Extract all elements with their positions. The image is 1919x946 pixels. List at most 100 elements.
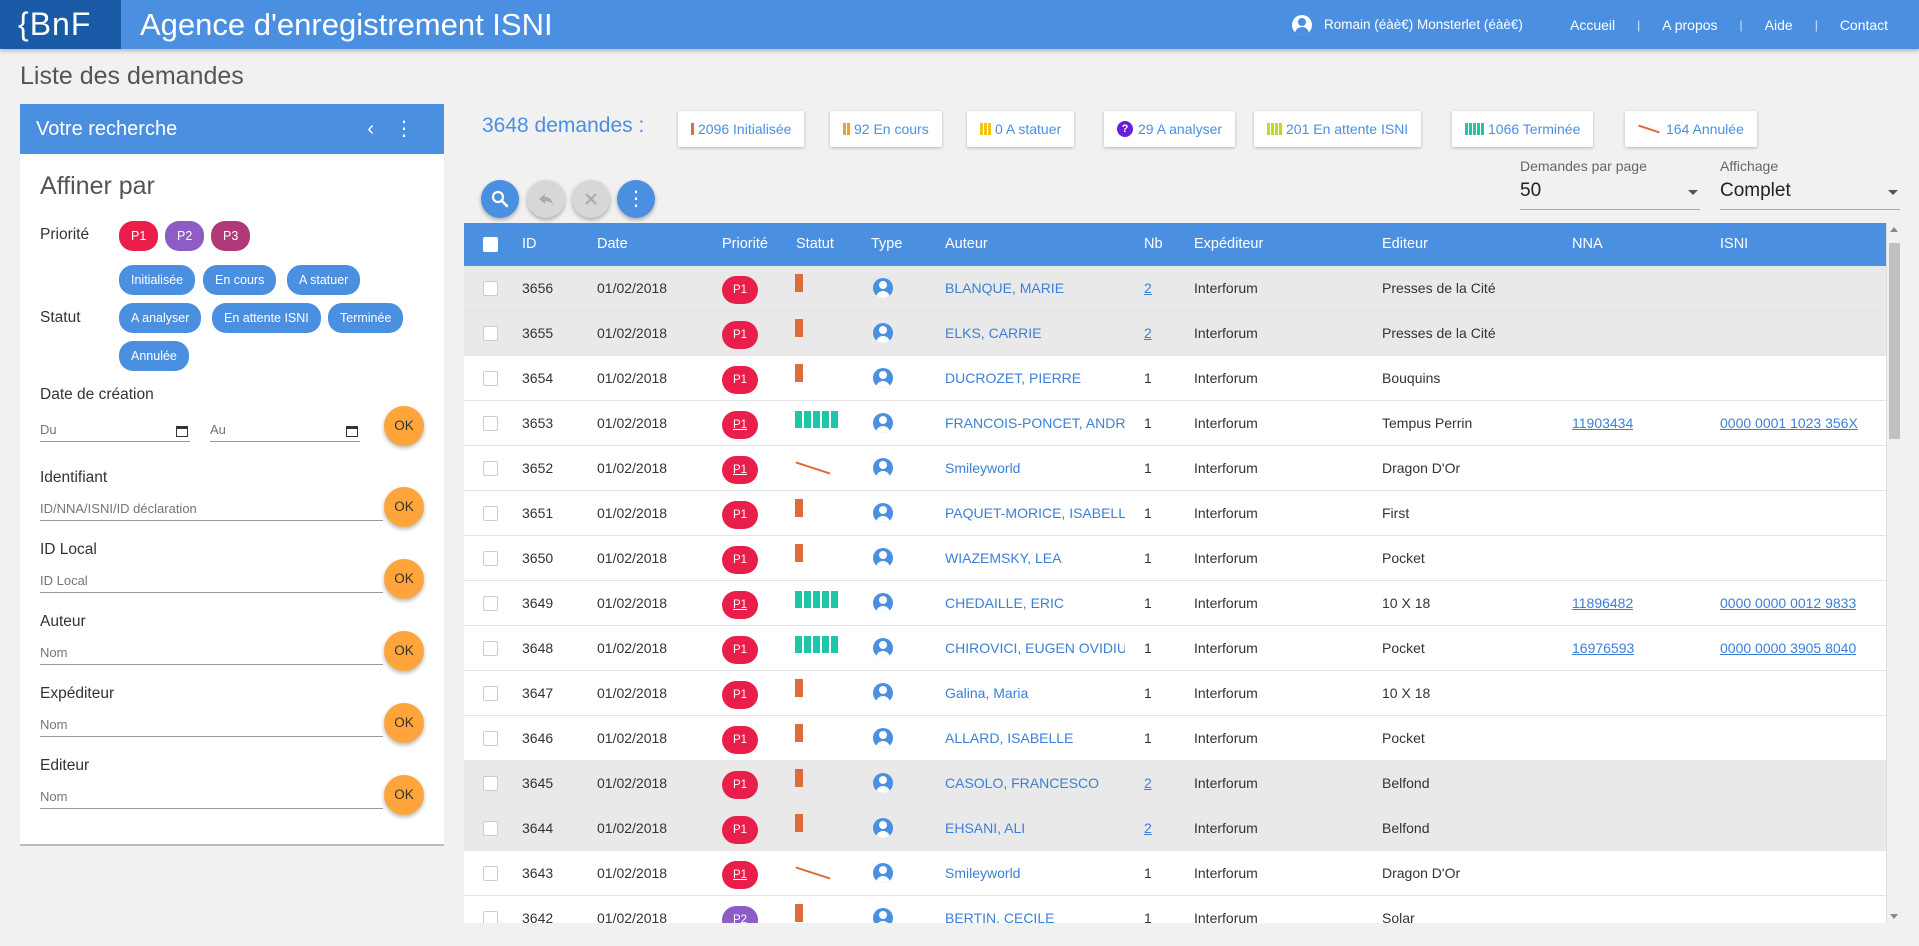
publisher-input[interactable] [40,785,383,809]
local-id-ok-button[interactable]: OK [384,559,424,599]
cell-author-link[interactable]: Smileyworld [945,851,1125,896]
row-checkbox[interactable] [483,911,498,923]
cell-author-link[interactable]: Smileyworld [945,446,1125,491]
cell-isni-link[interactable]: 0000 0000 0012 9833 [1720,581,1856,626]
identifier-ok-button[interactable]: OK [384,487,424,527]
col-status[interactable]: Statut [796,223,834,266]
sender-input[interactable] [40,713,383,737]
cell-author-link[interactable]: ELKS, CARRIE [945,311,1125,356]
cell-author-link[interactable]: DUCROZET, PIERRE [945,356,1125,401]
status-chip-a-analyser[interactable]: A analyser [119,303,202,333]
col-isni[interactable]: ISNI [1720,223,1748,266]
table-row[interactable]: 3650 01/02/2018 P1 WIAZEMSKY, LEA 1 Interforu… [464,536,1901,581]
cell-author-link[interactable]: PAQUET-MORICE, ISABELLE [945,491,1125,536]
cell-author-link[interactable]: ALLARD, ISABELLE [945,716,1125,761]
cell-author-link[interactable]: BERTIN, CECILE [945,896,1125,923]
date-ok-button[interactable]: OK [384,406,424,446]
cell-nb[interactable]: 2 [1144,806,1152,851]
row-checkbox[interactable] [483,506,498,521]
scroll-up-arrow-icon[interactable] [1890,227,1898,232]
table-row[interactable]: 3652 01/02/2018 P1 Smileyworld 1 Interforum Dr… [464,446,1901,491]
table-row[interactable]: 3647 01/02/2018 P1 Galina, Maria 1 Interforum… [464,671,1901,716]
cell-author-link[interactable]: FRANCOIS-PONCET, ANDRE [945,401,1125,446]
row-checkbox[interactable] [483,371,498,386]
cell-nb[interactable]: 2 [1144,311,1152,356]
collapse-chevron-icon[interactable]: ‹ [367,104,374,154]
cell-nb[interactable]: 2 [1144,266,1152,311]
cell-nna-link[interactable]: 11903434 [1572,401,1633,446]
filter-en-attente-isni-button[interactable]: 201 En attente ISNI [1254,111,1422,147]
col-nna[interactable]: NNA [1572,223,1603,266]
row-checkbox[interactable] [483,731,498,746]
row-checkbox[interactable] [483,416,498,431]
cell-isni-link[interactable]: 0000 0000 3905 8040 [1720,626,1856,671]
author-input[interactable] [40,641,383,665]
scroll-down-arrow-icon[interactable] [1890,914,1898,919]
cell-nb[interactable]: 2 [1144,761,1152,806]
priority-chip-p1[interactable]: P1 [119,221,159,251]
cell-author-link[interactable]: WIAZEMSKY, LEA [945,536,1125,581]
filter-initialisee-button[interactable]: 2096 Initialisée [678,111,805,147]
table-scrollbar[interactable] [1886,223,1901,923]
nav-aide[interactable]: Aide [1765,17,1793,33]
status-chip-a-statuer[interactable]: A statuer [287,265,361,295]
row-checkbox[interactable] [483,776,498,791]
display-select[interactable]: Complet [1720,180,1900,210]
status-chip-initialisee[interactable]: Initialisée [119,265,196,295]
date-to-input[interactable] [210,418,360,442]
row-checkbox[interactable] [483,281,498,296]
author-ok-button[interactable]: OK [384,631,424,671]
cell-author-link[interactable]: EHSANI, ALI [945,806,1125,851]
col-publisher[interactable]: Editeur [1382,223,1428,266]
table-row[interactable]: 3656 01/02/2018 P1 BLANQUE, MARIE 2 Interforu… [464,266,1901,311]
table-row[interactable]: 3645 01/02/2018 P1 CASOLO, FRANCESCO 2 Interf… [464,761,1901,806]
per-page-select[interactable]: 50 [1520,180,1700,210]
row-checkbox[interactable] [483,821,498,836]
status-chip-en-cours[interactable]: En cours [203,265,277,295]
col-date[interactable]: Date [597,223,628,266]
col-nb[interactable]: Nb [1144,223,1163,266]
status-chip-en-attente-isni[interactable]: En attente ISNI [212,303,321,333]
status-chip-annulee[interactable]: Annulée [119,341,189,371]
col-id[interactable]: ID [522,223,537,266]
row-checkbox[interactable] [483,461,498,476]
user-menu[interactable]: Romain (éàè€) Monsterlet (éàè€) [1292,0,1523,49]
row-checkbox[interactable] [483,866,498,881]
filter-terminee-button[interactable]: 1066 Terminée [1452,111,1594,147]
table-row[interactable]: 3643 01/02/2018 P1 Smileyworld 1 Interforum Dr… [464,851,1901,896]
reply-button[interactable] [527,180,565,218]
priority-chip-p3[interactable]: P3 [211,221,251,251]
filter-a-statuer-button[interactable]: 0 A statuer [967,111,1075,147]
nav-a-propos[interactable]: A propos [1662,17,1717,33]
col-sender[interactable]: Expéditeur [1194,223,1263,266]
nav-contact[interactable]: Contact [1840,17,1888,33]
search-button[interactable] [481,180,519,218]
cell-author-link[interactable]: CASOLO, FRANCESCO [945,761,1125,806]
row-checkbox[interactable] [483,686,498,701]
publisher-ok-button[interactable]: OK [384,775,424,815]
sender-ok-button[interactable]: OK [384,703,424,743]
local-id-input[interactable] [40,569,383,593]
table-row[interactable]: 3653 01/02/2018 P1 FRANCOIS-PONCET, ANDRE 1 I… [464,401,1901,446]
panel-menu-icon[interactable]: ⋮ [394,104,414,154]
cell-nna-link[interactable]: 16976593 [1572,626,1634,671]
cell-author-link[interactable]: CHIROVICI, EUGEN OVIDIU [945,626,1125,671]
filter-en-cours-button[interactable]: 92 En cours [830,111,942,147]
table-row[interactable]: 3644 01/02/2018 P1 EHSANI, ALI 2 Interforum Be… [464,806,1901,851]
cell-author-link[interactable]: Galina, Maria [945,671,1125,716]
row-checkbox[interactable] [483,551,498,566]
table-row[interactable]: 3655 01/02/2018 P1 ELKS, CARRIE 2 Interforum P… [464,311,1901,356]
row-checkbox[interactable] [483,641,498,656]
table-row[interactable]: 3649 01/02/2018 P1 CHEDAILLE, ERIC 1 Interfor… [464,581,1901,626]
status-chip-terminee[interactable]: Terminée [328,303,404,333]
row-checkbox[interactable] [483,596,498,611]
scrollbar-thumb[interactable] [1889,243,1900,439]
table-row[interactable]: 3646 01/02/2018 P1 ALLARD, ISABELLE 1 Interfo… [464,716,1901,761]
cell-nna-link[interactable]: 11896482 [1572,581,1633,626]
cell-author-link[interactable]: CHEDAILLE, ERIC [945,581,1125,626]
table-row[interactable]: 3651 01/02/2018 P1 PAQUET-MORICE, ISABELLE 1… [464,491,1901,536]
bnf-logo[interactable]: {BnF [0,0,121,49]
nav-accueil[interactable]: Accueil [1570,17,1615,33]
cell-isni-link[interactable]: 0000 0001 1023 356X [1720,401,1858,446]
filter-annulee-button[interactable]: 164 Annulée [1625,111,1757,147]
